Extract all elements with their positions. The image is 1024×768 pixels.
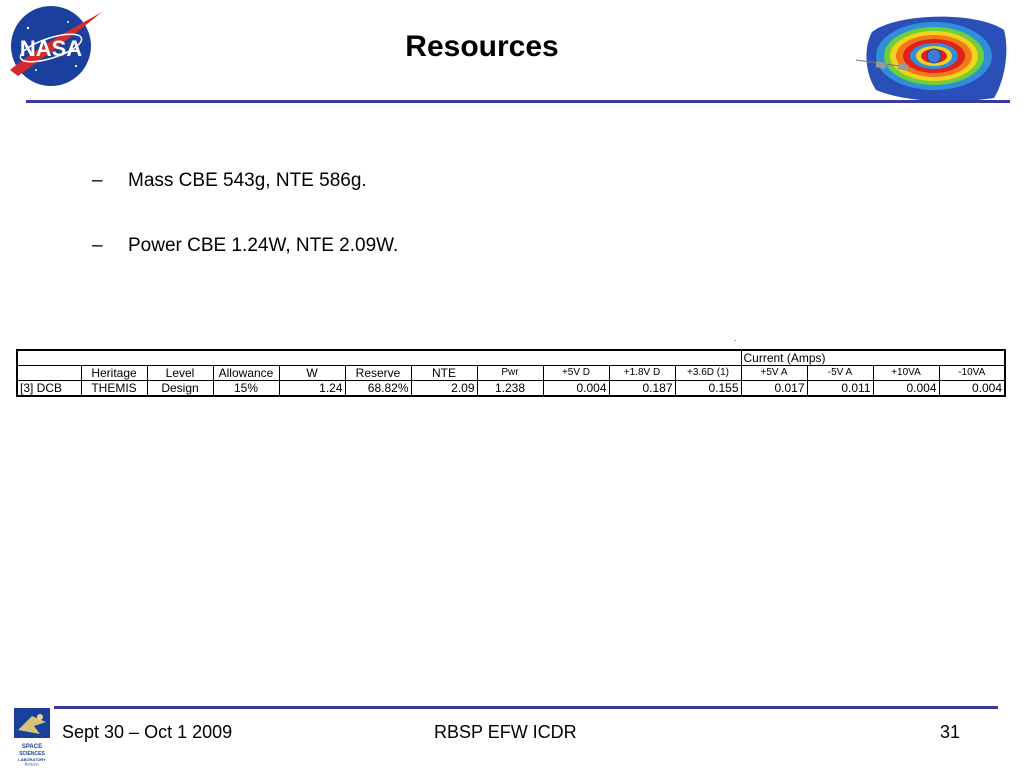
table-header-cell: +3.6D (1) (674, 365, 742, 381)
page-number: 31 (940, 722, 961, 742)
footer-date: Sept 30 – Oct 1 2009 (62, 722, 233, 742)
table-cell: Design (146, 380, 214, 397)
page-title: Resources (405, 30, 559, 63)
resources-table: Current (Amps) Heritage Level Allowance … (16, 349, 1006, 397)
svg-text:SPACE: SPACE (22, 744, 42, 750)
header-rule (26, 100, 1010, 103)
table-cell: 68.82% (344, 380, 412, 397)
table-header-cell: Pwr (476, 365, 544, 381)
table-cell: 1.24 (278, 380, 346, 397)
bullet-text: Mass CBE 543g, NTE 586g. (128, 170, 367, 191)
space-sciences-lab-logo: SPACE SCIENCES LABORATORY Berkeley (14, 708, 50, 766)
table-header-cell: +10VA (872, 365, 940, 381)
table-cell: THEMIS (80, 380, 148, 397)
table-cell: 0.004 (938, 380, 1006, 397)
table-cell: 0.011 (806, 380, 874, 397)
current-amps-header: Current (Amps) (740, 349, 1006, 366)
table-cell: 0.004 (542, 380, 610, 397)
table-cell: 0.017 (740, 380, 808, 397)
table-header-cell (16, 365, 82, 381)
table-cell (16, 349, 742, 366)
table-header-cell: W (278, 365, 346, 381)
table-header-row: Heritage Level Allowance W Reserve NTE P… (16, 365, 1006, 381)
table-header-cell: Level (146, 365, 214, 381)
table-group-header-row: Current (Amps) (16, 349, 1006, 366)
bullet-power: – Power CBE 1.24W, NTE 2.09W. (92, 233, 398, 263)
table-row: [3] DCB THEMIS Design 15% 1.24 68.82% 2.… (16, 380, 1006, 397)
table-cell: 15% (212, 380, 280, 397)
footer-event: RBSP EFW ICDR (434, 722, 577, 742)
footer-rule (54, 706, 998, 709)
table-cell: 0.187 (608, 380, 676, 397)
table-header-cell: +5V A (740, 365, 808, 381)
table-header-cell: Allowance (212, 365, 280, 381)
table-cell: 0.004 (872, 380, 940, 397)
table-cell: 0.155 (674, 380, 742, 397)
bullet-mass: – Mass CBE 543g, NTE 586g. (92, 168, 398, 198)
table-cell: [3] DCB (16, 380, 82, 397)
table-header-cell: +5V D (542, 365, 610, 381)
table-cell: 1.238 (476, 380, 544, 397)
bullet-dash: – (92, 170, 103, 191)
table-header-cell: -5V A (806, 365, 874, 381)
bullet-dash: – (92, 235, 103, 256)
stray-dot: . (734, 334, 737, 343)
table-header-cell: +1.8V D (608, 365, 676, 381)
table-header-cell: Heritage (80, 365, 148, 381)
table-cell: 2.09 (410, 380, 478, 397)
table-header-cell: NTE (410, 365, 478, 381)
table-header-cell: -10VA (938, 365, 1006, 381)
table-header-cell: Reserve (344, 365, 412, 381)
bullet-list: – Mass CBE 543g, NTE 586g. – Power CBE 1… (92, 168, 398, 298)
svg-text:Berkeley: Berkeley (25, 762, 39, 767)
radiation-belts-image (855, 16, 1007, 102)
bullet-text: Power CBE 1.24W, NTE 2.09W. (128, 235, 399, 256)
